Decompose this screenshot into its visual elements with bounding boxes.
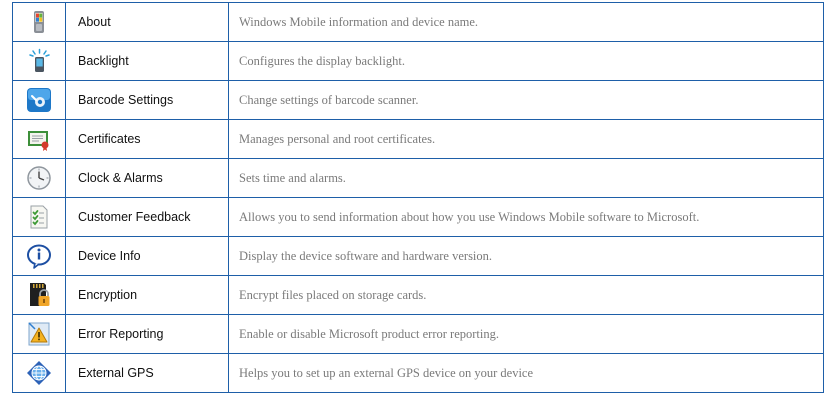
icon-cell <box>12 80 66 120</box>
setting-description: Helps you to set up an external GPS devi… <box>228 353 824 393</box>
setting-name: Barcode Settings <box>65 80 229 120</box>
certificate-icon <box>26 126 52 152</box>
setting-name: Certificates <box>65 119 229 159</box>
setting-description: Manages personal and root certificates. <box>228 119 824 159</box>
setting-name: Clock & Alarms <box>65 158 229 198</box>
table-row[interactable]: Customer Feedback Allows you to send inf… <box>12 197 824 237</box>
table-row[interactable]: Encryption Encrypt files placed on stora… <box>12 275 824 315</box>
setting-description: Enable or disable Microsoft product erro… <box>228 314 824 354</box>
device-icon <box>26 9 52 35</box>
info-icon <box>26 243 52 269</box>
settings-table: About Windows Mobile information and dev… <box>12 2 824 393</box>
icon-cell <box>12 119 66 159</box>
table-row[interactable]: Backlight Configures the display backlig… <box>12 41 824 81</box>
icon-cell <box>12 353 66 393</box>
setting-name: Customer Feedback <box>65 197 229 237</box>
icon-cell <box>12 275 66 315</box>
setting-description: Sets time and alarms. <box>228 158 824 198</box>
setting-description: Configures the display backlight. <box>228 41 824 81</box>
globe-gps-icon <box>26 360 52 386</box>
table-row[interactable]: Device Info Display the device software … <box>12 236 824 276</box>
icon-cell <box>12 197 66 237</box>
icon-cell <box>12 236 66 276</box>
table-row[interactable]: About Windows Mobile information and dev… <box>12 2 824 42</box>
table-row[interactable]: Certificates Manages personal and root c… <box>12 119 824 159</box>
table-row[interactable]: Error Reporting Enable or disable Micros… <box>12 314 824 354</box>
setting-description: Allows you to send information about how… <box>228 197 824 237</box>
setting-name: Encryption <box>65 275 229 315</box>
backlight-icon <box>26 48 52 74</box>
barcode-scanner-icon <box>26 87 52 113</box>
table-row[interactable]: Clock & Alarms Sets time and alarms. <box>12 158 824 198</box>
icon-cell <box>12 41 66 81</box>
table-row[interactable]: External GPS Helps you to set up an exte… <box>12 353 824 393</box>
icon-cell <box>12 314 66 354</box>
setting-description: Encrypt files placed on storage cards. <box>228 275 824 315</box>
setting-name: External GPS <box>65 353 229 393</box>
feedback-checklist-icon <box>26 204 52 230</box>
setting-name: Device Info <box>65 236 229 276</box>
icon-cell <box>12 158 66 198</box>
icon-cell <box>12 2 66 42</box>
setting-name: Error Reporting <box>65 314 229 354</box>
clock-icon <box>26 165 52 191</box>
setting-name: Backlight <box>65 41 229 81</box>
table-row[interactable]: Barcode Settings Change settings of barc… <box>12 80 824 120</box>
setting-name: About <box>65 2 229 42</box>
error-warning-icon <box>26 321 52 347</box>
setting-description: Windows Mobile information and device na… <box>228 2 824 42</box>
setting-description: Display the device software and hardware… <box>228 236 824 276</box>
setting-description: Change settings of barcode scanner. <box>228 80 824 120</box>
encryption-lock-icon <box>26 282 52 308</box>
